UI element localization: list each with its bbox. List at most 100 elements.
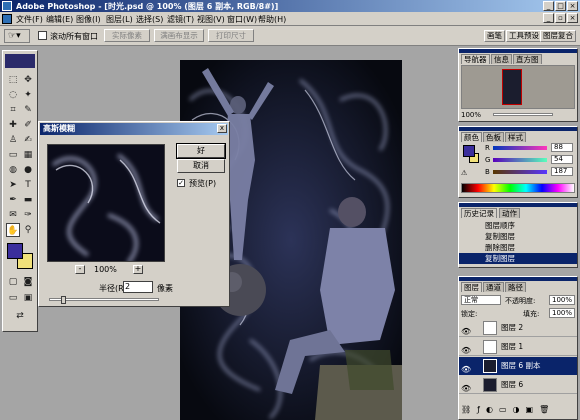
tab-histogram[interactable]: 直方图	[513, 54, 542, 64]
menu-image[interactable]: 图像(I)	[76, 14, 101, 25]
dodge-tool-icon[interactable]: ●	[21, 163, 35, 177]
menu-window[interactable]: 窗口(W)	[227, 14, 257, 25]
channel-r-slider[interactable]	[493, 146, 547, 150]
fill-input[interactable]: 100%	[549, 308, 575, 318]
screen-mode-full-icon[interactable]: ▣	[21, 291, 35, 305]
screen-mode-standard-icon[interactable]: ▭	[6, 291, 20, 305]
blend-mode-select[interactable]: 正常	[461, 295, 501, 305]
close-window-button[interactable]: ×	[567, 1, 578, 11]
tool-presets-well[interactable]: 工具预设	[506, 30, 542, 42]
eraser-tool-icon[interactable]: ▭	[6, 148, 20, 162]
pen-tool-icon[interactable]: ✒	[6, 193, 20, 207]
channel-r-value[interactable]: 88	[551, 143, 573, 152]
tab-actions[interactable]: 动作	[499, 208, 520, 218]
menu-file[interactable]: 文件(F)	[16, 14, 43, 25]
zoom-out-button[interactable]: -	[75, 265, 85, 274]
menu-filter[interactable]: 滤镜(T)	[167, 14, 194, 25]
notes-tool-icon[interactable]: ✉	[6, 208, 20, 222]
trash-icon[interactable]: 🗑	[539, 405, 549, 414]
move-tool-icon[interactable]: ✥	[21, 73, 35, 87]
tab-navigator[interactable]: 导航器	[461, 54, 490, 64]
zoom-tool-icon[interactable]: ⚲	[21, 223, 35, 237]
channel-g-value[interactable]: 54	[551, 155, 573, 164]
eyedropper-tool-icon[interactable]: ✑	[21, 208, 35, 222]
standard-mode-icon[interactable]: ▢	[6, 275, 20, 289]
cancel-button[interactable]: 取消	[177, 159, 225, 173]
dialog-close-button[interactable]: x	[217, 124, 227, 133]
navigator-thumbnail[interactable]	[502, 69, 522, 105]
zoom-in-button[interactable]: +	[133, 265, 143, 274]
tab-history[interactable]: 历史记录	[461, 208, 497, 218]
history-brush-icon[interactable]: ✍	[21, 133, 35, 147]
preview-checkbox[interactable]: ✓	[177, 179, 185, 187]
color-panel-foreground[interactable]	[463, 145, 475, 157]
history-item-current[interactable]: 复制图层	[459, 253, 577, 264]
opacity-input[interactable]: 100%	[549, 295, 575, 305]
tab-layers[interactable]: 图层	[461, 282, 482, 292]
hand-tool-preset-icon[interactable]: ☞▾	[4, 29, 30, 43]
print-size-button[interactable]: 打印尺寸	[208, 29, 254, 42]
tab-swatches[interactable]: 色板	[483, 132, 504, 142]
gradient-tool-icon[interactable]: ▦	[21, 148, 35, 162]
lasso-tool-icon[interactable]: ◌	[6, 88, 20, 102]
fit-on-screen-button[interactable]: 满画布显示	[154, 29, 204, 42]
doc-minimize-button[interactable]: _	[543, 13, 554, 23]
channel-g-slider[interactable]	[493, 158, 547, 162]
layer-row[interactable]: 👁 图层 2	[459, 319, 577, 337]
slice-tool-icon[interactable]: ✎	[21, 103, 35, 117]
visibility-eye-icon[interactable]: 👁	[461, 380, 471, 398]
brush-tool-icon[interactable]: ✐	[21, 118, 35, 132]
minimize-button[interactable]: _	[543, 1, 554, 11]
tab-paths[interactable]: 路径	[505, 282, 526, 292]
layer-style-icon[interactable]: ƒ	[477, 405, 480, 414]
tab-info[interactable]: 信息	[491, 54, 512, 64]
history-item[interactable]: 图层顺序	[459, 220, 577, 231]
tab-channels[interactable]: 通道	[483, 282, 504, 292]
type-tool-icon[interactable]: T	[21, 178, 35, 192]
adjustment-layer-icon[interactable]: ◑	[513, 405, 520, 414]
shape-tool-icon[interactable]: ▬	[21, 193, 35, 207]
layer-comps-well[interactable]: 图层复合	[540, 30, 576, 42]
document-icon[interactable]	[2, 14, 12, 24]
navigator-view[interactable]	[461, 65, 575, 109]
menu-select[interactable]: 选择(S)	[136, 14, 163, 25]
history-item[interactable]: 复制图层	[459, 231, 577, 242]
blur-tool-icon[interactable]: ◍	[6, 163, 20, 177]
tab-color[interactable]: 颜色	[461, 132, 482, 142]
marquee-tool-icon[interactable]: ⬚	[6, 73, 20, 87]
menu-layer[interactable]: 图层(L)	[106, 14, 133, 25]
layer-mask-icon[interactable]: ◐	[486, 405, 493, 414]
navigator-zoom-slider[interactable]	[493, 113, 553, 116]
blur-preview[interactable]	[47, 144, 165, 262]
tab-styles[interactable]: 样式	[505, 132, 526, 142]
magic-wand-tool-icon[interactable]: ✦	[21, 88, 35, 102]
color-ramp[interactable]	[461, 183, 575, 193]
ok-button[interactable]: 好	[176, 143, 226, 159]
actual-pixels-button[interactable]: 实际像素	[104, 29, 150, 42]
brushes-well[interactable]: 画笔	[484, 30, 505, 42]
healing-brush-icon[interactable]: ✚	[6, 118, 20, 132]
channel-b-value[interactable]: 187	[551, 167, 573, 176]
maximize-button[interactable]: □	[555, 1, 566, 11]
imageready-jump-icon[interactable]: ⇄	[13, 309, 27, 323]
path-selection-icon[interactable]: ➤	[6, 178, 20, 192]
hand-tool-icon[interactable]: ✋	[6, 223, 20, 237]
layer-row[interactable]: 👁 图层 1	[459, 338, 577, 356]
scroll-all-windows-checkbox[interactable]	[38, 31, 47, 40]
doc-close-button[interactable]: ×	[567, 13, 578, 23]
history-item[interactable]: 删除图层	[459, 242, 577, 253]
quick-mask-icon[interactable]: ◙	[21, 275, 35, 289]
new-set-icon[interactable]: ▭	[499, 405, 507, 414]
crop-tool-icon[interactable]: ⌗	[6, 103, 20, 117]
menu-view[interactable]: 视图(V)	[197, 14, 225, 25]
foreground-color-swatch[interactable]	[7, 243, 23, 259]
channel-b-slider[interactable]	[493, 170, 547, 174]
new-layer-icon[interactable]: ▣	[526, 405, 534, 414]
clone-stamp-icon[interactable]: ♙	[6, 133, 20, 147]
radius-slider-thumb[interactable]	[61, 296, 66, 304]
menu-edit[interactable]: 编辑(E)	[46, 14, 73, 25]
menu-help[interactable]: 帮助(H)	[258, 14, 286, 25]
doc-restore-button[interactable]: ▫	[555, 13, 566, 23]
radius-input[interactable]: 2	[123, 281, 153, 293]
layer-row-selected[interactable]: 👁 图层 6 副本	[459, 357, 577, 375]
